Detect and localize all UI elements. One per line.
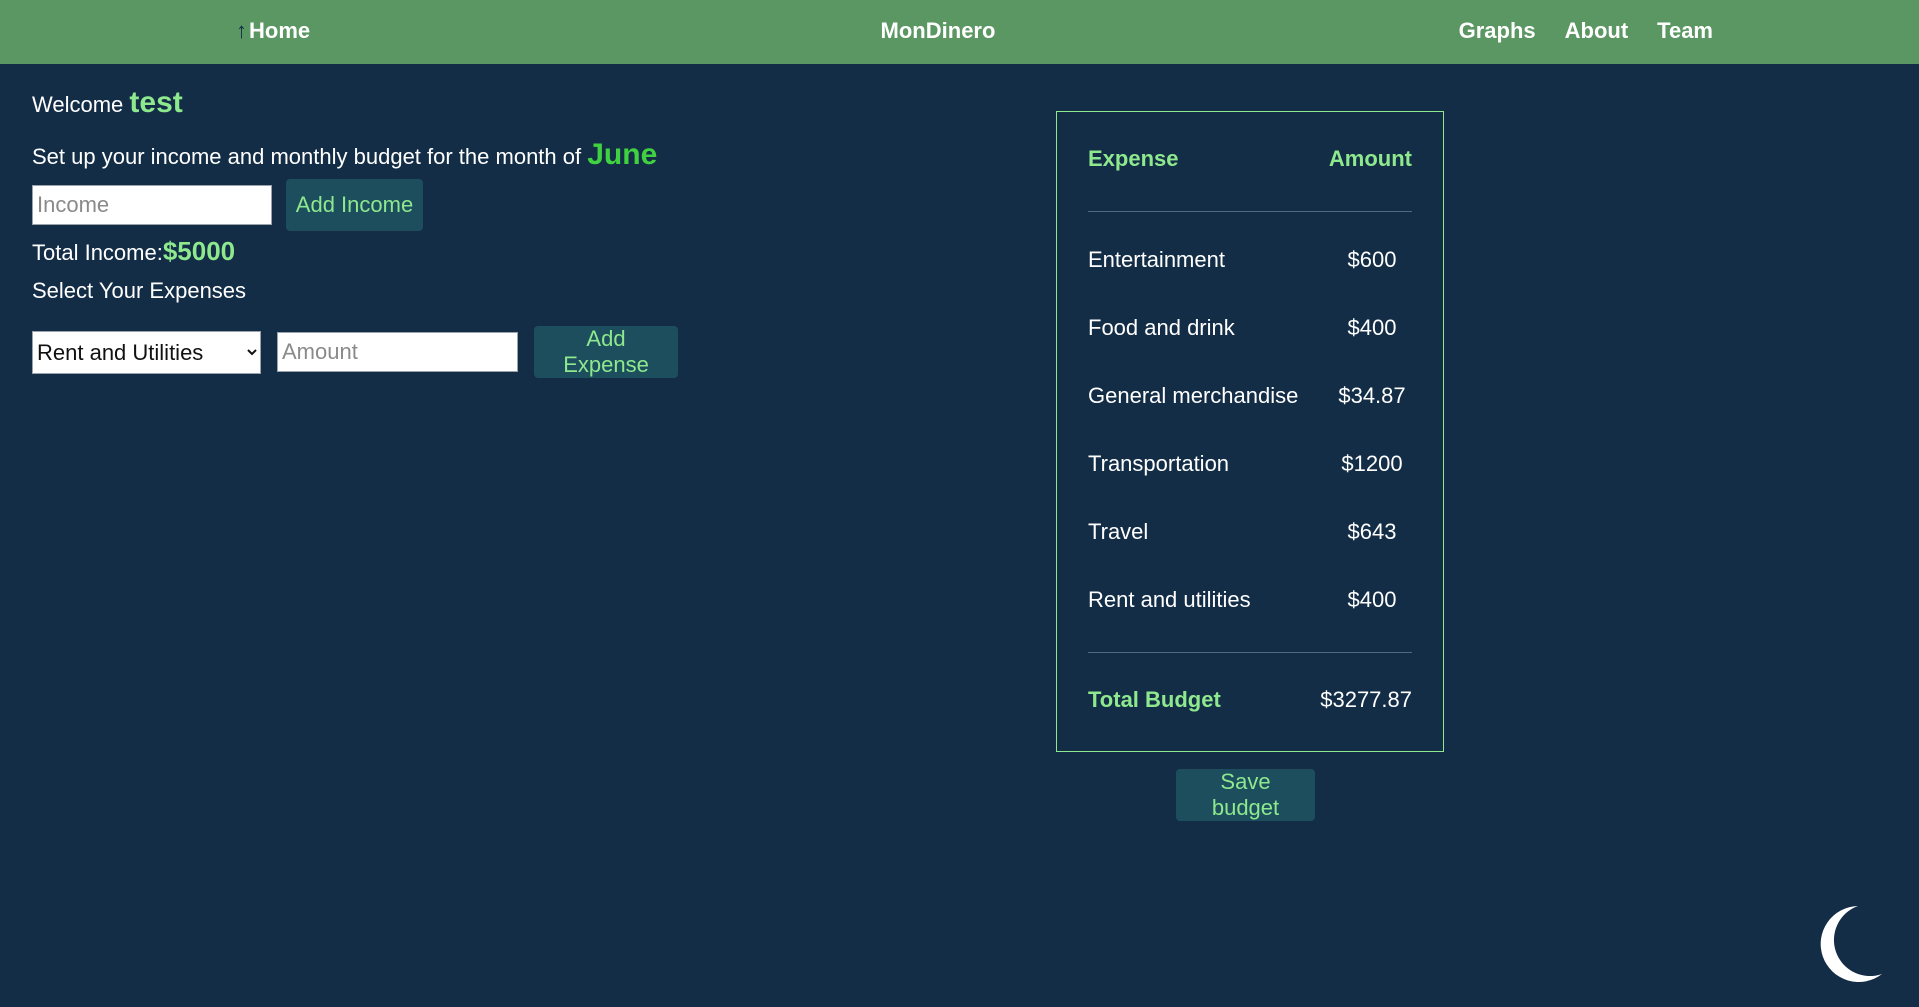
total-divider: [1088, 652, 1412, 653]
header-divider: [1088, 211, 1412, 212]
expense-amount: $34.87: [1338, 383, 1406, 408]
total-income-label: Total Income:: [32, 240, 163, 265]
expense-category-select[interactable]: Rent and Utilities: [32, 331, 261, 374]
budget-rows: Entertainment $600 Food and drink $400 G…: [1088, 246, 1412, 654]
table-row: Transportation $1200: [1088, 450, 1412, 518]
column-header-amount: Amount: [1328, 146, 1412, 171]
navbar: ↑ Home MonDinero Graphs About Team: [0, 0, 1919, 64]
expense-amount-input[interactable]: [277, 332, 518, 372]
total-income-value: $5000: [162, 236, 236, 266]
expense-amount: $400: [1347, 315, 1397, 340]
table-row: Travel $643: [1088, 518, 1412, 586]
current-month: June: [587, 138, 658, 171]
setup-instructions: Set up your income and monthly budget fo…: [32, 138, 657, 172]
nav-link-team[interactable]: Team: [1657, 18, 1713, 44]
budget-table-header: Expense Amount: [1088, 146, 1412, 172]
expense-name: Travel: [1088, 519, 1149, 544]
nav-links: Graphs About Team: [1459, 18, 1713, 44]
expense-name: Food and drink: [1088, 315, 1235, 340]
welcome-message: Welcome test: [32, 86, 183, 120]
expense-name: General merchandise: [1088, 383, 1299, 408]
add-income-button[interactable]: Add Income: [286, 179, 423, 231]
select-expenses-heading: Select Your Expenses: [32, 278, 247, 303]
dark-mode-toggle[interactable]: [1806, 900, 1890, 984]
nav-link-about[interactable]: About: [1565, 18, 1629, 44]
budget-table: Expense Amount Entertainment $600 Food a…: [1056, 111, 1444, 752]
expense-name: Entertainment: [1088, 247, 1225, 272]
table-row: General merchandise $34.87: [1088, 382, 1412, 450]
total-budget-value: $3277.87: [1320, 687, 1412, 712]
table-row: Food and drink $400: [1088, 314, 1412, 382]
username: test: [129, 86, 183, 119]
welcome-prefix: Welcome: [32, 92, 124, 117]
expense-amount: $1200: [1341, 451, 1403, 476]
expense-name: Transportation: [1088, 451, 1230, 476]
total-income: Total Income:$5000: [32, 236, 235, 267]
add-expense-button[interactable]: Add Expense: [534, 326, 678, 378]
table-row: Entertainment $600: [1088, 246, 1412, 314]
table-row: Rent and utilities $400: [1088, 586, 1412, 654]
column-header-expense: Expense: [1088, 146, 1179, 171]
setup-text: Set up your income and monthly budget fo…: [32, 144, 582, 169]
save-budget-button[interactable]: Save budget: [1176, 769, 1315, 821]
expense-name: Rent and utilities: [1088, 587, 1251, 612]
moon-icon: [1820, 906, 1882, 982]
expense-amount: $600: [1347, 247, 1397, 272]
expense-amount: $400: [1347, 587, 1397, 612]
expense-amount: $643: [1347, 519, 1397, 544]
total-budget-label: Total Budget: [1088, 687, 1221, 712]
income-input[interactable]: [32, 185, 272, 225]
total-budget-row: Total Budget $3277.87: [1088, 687, 1412, 713]
nav-link-graphs[interactable]: Graphs: [1459, 18, 1536, 44]
